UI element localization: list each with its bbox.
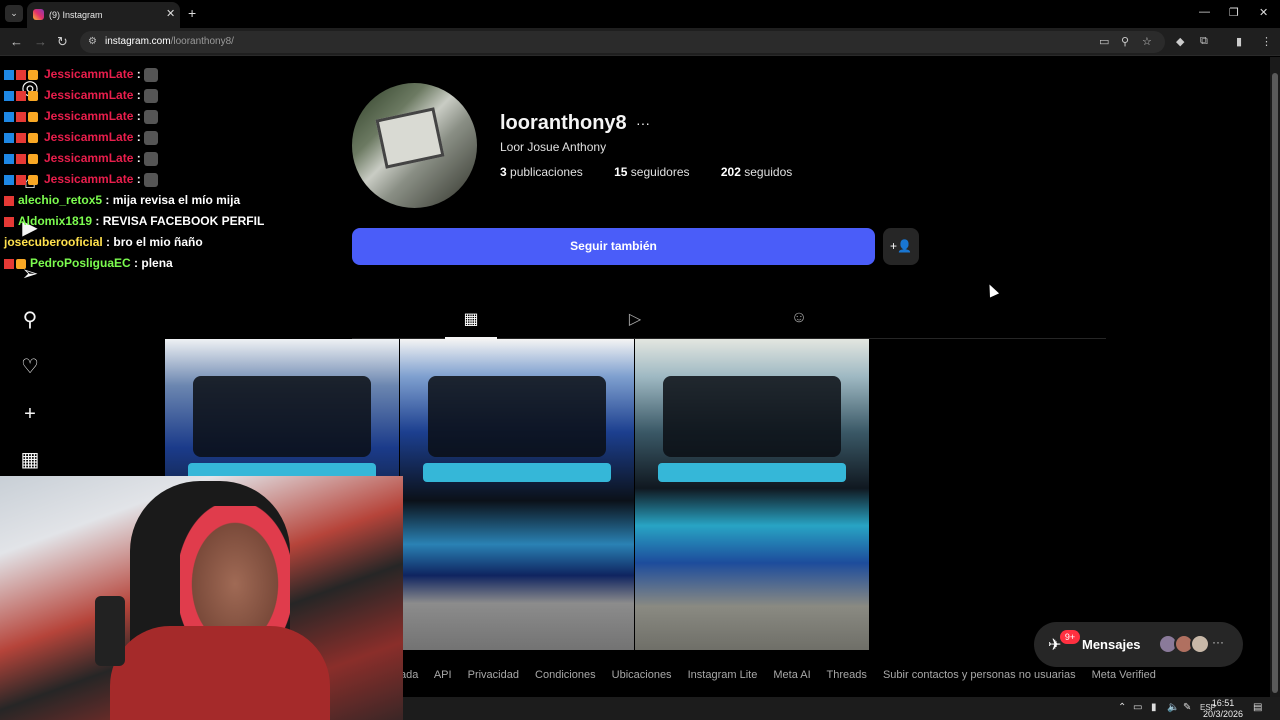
heart-icon[interactable]: ♡	[18, 355, 42, 379]
profile-icon[interactable]: ▮	[1236, 35, 1242, 48]
follow-back-button[interactable]: Seguir también	[352, 228, 875, 265]
avatar-photo	[375, 107, 445, 169]
footer-link[interactable]: API	[434, 669, 452, 681]
extensions-puzzle-icon[interactable]: ⧉	[1200, 35, 1208, 48]
profile-avatar[interactable]	[352, 83, 477, 208]
footer-links: ada API Privacidad Condiciones Ubicacion…	[400, 669, 1169, 685]
chat-message: JessicammLate :	[4, 67, 159, 87]
tray-battery-icon[interactable]: ▮	[1151, 702, 1157, 713]
tray-pen-icon[interactable]: ✎	[1183, 702, 1191, 713]
dashboard-icon[interactable]: ▦	[18, 448, 42, 472]
mouse-cursor	[984, 282, 1000, 298]
instagram-favicon-icon	[33, 9, 44, 20]
streamer-webcam	[0, 476, 403, 720]
avatar	[1190, 634, 1210, 654]
footer-link[interactable]: Meta AI	[773, 669, 810, 681]
windows-taskbar: ⌃ ▭ ▮ 🔈 ✎ ESP 16:51 20/3/2026 ▤	[403, 697, 1280, 720]
zoom-icon[interactable]: ⚲	[1121, 35, 1129, 48]
minimize-icon[interactable]: —	[1199, 6, 1210, 18]
tray-volume-icon[interactable]: 🔈	[1167, 702, 1179, 713]
forward-icon[interactable]: →	[34, 34, 47, 49]
emote-icon	[144, 67, 159, 82]
microphone-icon	[95, 596, 125, 666]
window-close-icon[interactable]: ✕	[1259, 6, 1268, 19]
chat-badges-icon	[4, 133, 44, 144]
chat-message: JessicammLate :	[4, 88, 159, 108]
more-conversations-icon: ···	[1212, 635, 1224, 649]
address-bar[interactable]: ⚙ instagram.com/looranthony8/	[80, 31, 1165, 53]
page-scrollbar[interactable]	[1270, 57, 1280, 697]
chat-message: alechio_retox5 : mija revisa el mío mija	[4, 193, 240, 213]
browser-menu-icon[interactable]: ⋮	[1261, 35, 1272, 48]
chat-badges-icon	[4, 196, 18, 207]
chat-message: JessicammLate :	[4, 172, 159, 192]
emote-icon	[144, 172, 159, 187]
profile-username: looranthony8	[500, 112, 627, 134]
extension-icon[interactable]: ◆	[1176, 35, 1184, 48]
profile-full-name: Loor Josue Anthony	[500, 140, 607, 154]
search-icon[interactable]: ⚲	[18, 308, 42, 332]
create-plus-icon[interactable]: +	[18, 402, 42, 426]
suggested-users-icon[interactable]: +👤	[883, 228, 919, 265]
post-thumbnail[interactable]	[635, 339, 869, 650]
reload-icon[interactable]: ↻	[57, 34, 68, 50]
browser-tab-bar: ⌄ (9) Instagram ✕ + — ❐ ✕	[0, 0, 1280, 28]
new-tab-button[interactable]: +	[188, 5, 196, 21]
footer-link[interactable]: Condiciones	[535, 669, 596, 681]
emote-icon	[144, 109, 159, 124]
chat-message: JessicammLate :	[4, 151, 159, 171]
back-icon[interactable]: ←	[10, 34, 23, 49]
unread-badge: 9+	[1060, 630, 1080, 644]
footer-link[interactable]: Privacidad	[468, 669, 519, 681]
chat-badges-icon	[4, 175, 44, 186]
tab-tagged-icon[interactable]: ☺	[788, 309, 810, 331]
chat-message: JessicammLate :	[4, 130, 159, 150]
messages-label: Mensajes	[1082, 637, 1141, 652]
posts-count: 3 publicaciones	[500, 165, 583, 179]
chat-message: josecuberooficial : bro el mio ñaño	[4, 235, 203, 249]
chat-badges-icon	[4, 91, 44, 102]
clock[interactable]: 16:51 20/3/2026	[1203, 698, 1243, 720]
chat-badges-icon	[4, 259, 30, 270]
notifications-icon[interactable]: ▤	[1253, 702, 1262, 713]
chat-badges-icon	[4, 112, 44, 123]
chat-message: JessicammLate :	[4, 109, 159, 129]
bookmark-star-icon[interactable]: ☆	[1142, 35, 1152, 48]
tab-reels-icon[interactable]: ▷	[624, 309, 646, 331]
messages-button[interactable]: ✈ 9+ Mensajes ···	[1034, 622, 1243, 667]
scrollbar-thumb[interactable]	[1272, 73, 1278, 693]
browser-tab-instagram[interactable]: (9) Instagram ✕	[27, 2, 180, 28]
tray-network-icon[interactable]: ▭	[1133, 702, 1142, 713]
chat-badges-icon	[4, 154, 44, 165]
restore-icon[interactable]: ❐	[1229, 6, 1239, 19]
emote-icon	[144, 130, 159, 145]
tab-posts-grid-icon[interactable]: ▦	[460, 309, 482, 331]
post-thumbnail[interactable]	[400, 339, 634, 650]
url-text[interactable]: instagram.com/looranthony8/	[105, 36, 234, 47]
footer-link[interactable]: Threads	[827, 669, 867, 681]
browser-toolbar: ← → ↻ ⚙ instagram.com/looranthony8/ ▭ ⚲ …	[0, 28, 1280, 56]
chat-badges-icon	[4, 217, 18, 228]
emote-icon	[144, 151, 159, 166]
tray-chevron-icon[interactable]: ⌃	[1118, 702, 1126, 713]
chat-message: Aldomix1819 : REVISA FACEBOOK PERFIL	[4, 214, 264, 234]
more-options-icon[interactable]: ···	[636, 115, 650, 131]
install-app-icon[interactable]: ▭	[1099, 35, 1109, 48]
following-count[interactable]: 202 seguidos	[721, 165, 806, 179]
footer-link[interactable]: Ubicaciones	[612, 669, 672, 681]
site-info-icon[interactable]: ⚙	[88, 36, 97, 47]
tab-title: (9) Instagram	[49, 10, 103, 20]
chat-message: PedroPosliguaEC : plena	[4, 256, 173, 276]
followers-count[interactable]: 15 seguidores	[614, 165, 703, 179]
tab-list-button[interactable]: ⌄	[5, 5, 23, 22]
emote-icon	[144, 88, 159, 103]
tab-close-icon[interactable]: ✕	[166, 7, 175, 20]
footer-link[interactable]: Instagram Lite	[688, 669, 758, 681]
footer-link[interactable]: Meta Verified	[1092, 669, 1156, 681]
footer-link[interactable]: Subir contactos y personas no usuarias	[883, 669, 1076, 681]
profile-stats: 3 publicaciones 15 seguidores 202 seguid…	[500, 165, 820, 179]
chat-badges-icon	[4, 70, 44, 81]
